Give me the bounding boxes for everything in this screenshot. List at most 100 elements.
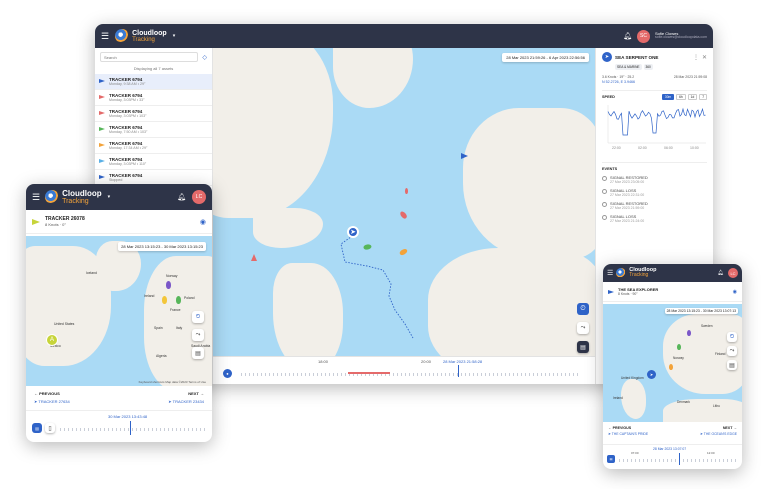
tracker-marker-cluster[interactable] (166, 281, 171, 289)
bell-icon[interactable]: 🔔︎ (623, 32, 632, 40)
tag-icon[interactable]: ◇ (202, 54, 207, 61)
desktop-map[interactable]: ➤ 28 Mar 2023 21:59:26 - 6 Apr 2023 22:5… (213, 48, 595, 364)
chevron-down-icon[interactable]: ▾ (108, 194, 111, 200)
tracker-status: Monday, 3:03PM • 103° (109, 114, 147, 118)
map-label: United Kingdom (621, 376, 644, 380)
previous-tracker[interactable]: ➤ THE CAPTAIN'S PRIDE (608, 432, 648, 436)
tracker-status: Stopped (109, 178, 123, 182)
user-email: sofie.clowes@cloudloopdata.com (655, 35, 707, 40)
tracker-status: Monday, 17:34 AM • 29° (109, 146, 148, 150)
history-button[interactable]: ⏲ (577, 303, 589, 315)
layers-button[interactable]: ▤ (727, 360, 737, 370)
selected-vessel-marker[interactable]: ➤ (647, 370, 656, 379)
tablet-map[interactable]: 28 Mar 2023 13:15:23 - 30 Mar 2023 13:15… (26, 236, 212, 386)
previous-button[interactable]: ← PREVIOUS (34, 391, 60, 396)
detail-title: SEA SERPENT ONE (615, 54, 659, 60)
previous-button[interactable]: ← PREVIOUS (608, 426, 631, 430)
more-icon[interactable]: ⋮ (693, 54, 699, 61)
tracker-list: TRACKER 6794 Monday, 9:38 AM • 29° TRACKER… (95, 74, 212, 186)
next-tracker[interactable]: ➤ THE OCEAN'S EDGE (700, 432, 737, 436)
layers-button[interactable]: ▤ (192, 347, 204, 359)
chart-x-tick: 22:00 (612, 146, 621, 150)
bell-icon[interactable]: 🔔︎ (177, 193, 186, 201)
event-item: SIGNAL RESTORED 27 Mar 2023 21:59:00 (602, 201, 707, 210)
layers-button[interactable]: ▤ (577, 341, 589, 353)
speed-range-option[interactable]: 7 (699, 94, 707, 100)
signal-icon (602, 176, 607, 181)
desktop-timeline[interactable]: 18:00 20:00 28 Mar 2023 21:58:28 ● (213, 356, 595, 384)
timeline-label-left: 07:00 (631, 451, 639, 455)
event-time: 27 Mar 2023 22:31:00 (610, 193, 645, 197)
route-button[interactable]: ⤳ (192, 329, 204, 341)
phone-header: ☰ Cloudloop Tracking 🔔︎ LC (603, 264, 742, 282)
timeline-cursor[interactable] (458, 365, 459, 377)
map-label: Spain (154, 326, 163, 330)
eye-icon[interactable]: ◉ (200, 218, 206, 226)
previous-tracker-name: TRACKER 27634 (38, 399, 70, 404)
timeline-cursor[interactable] (130, 421, 131, 435)
tracker-list-item[interactable]: TRACKER 6794 Monday, 3:03PM • 33° (95, 90, 212, 106)
next-button[interactable]: NEXT → (188, 391, 204, 396)
previous-tracker[interactable]: ➤ TRACKER 27634 (34, 399, 70, 404)
tracker-marker-yellow[interactable] (162, 296, 167, 304)
tracker-marker-redline[interactable] (251, 254, 257, 261)
tablet-timeline[interactable]: 30 Mar 2023 13:43:48 ▤ ▯ (26, 410, 212, 442)
route-button[interactable]: ⤳ (727, 346, 737, 356)
event-item: SIGNAL LOSS 27 Mar 2023 22:31:00 (602, 188, 707, 197)
tracker-marker-blue[interactable] (461, 153, 468, 159)
phone-map[interactable]: 28 Mar 2023 13:15:23 - 30 Mar 2023 13:07… (603, 304, 742, 422)
menu-icon[interactable]: ☰ (607, 269, 613, 277)
tracker-marker-green[interactable] (176, 296, 181, 304)
avatar[interactable]: LC (728, 268, 738, 278)
tracker-marker-small-red[interactable] (405, 188, 408, 194)
timeline-play-button[interactable]: ▤ (32, 423, 42, 433)
tracker-marker-orange[interactable] (669, 364, 673, 370)
phone-timeline[interactable]: 28 Mar 2023 13:07:07 07:00 12:00 ▤ (603, 444, 742, 469)
route-button[interactable]: ⤳ (577, 322, 589, 334)
avatar[interactable]: LC (192, 190, 206, 204)
tracker-list-item[interactable]: TRACKER 6794 Monday, 17:34 AM • 29° (95, 138, 212, 154)
timeline-cursor[interactable] (679, 453, 680, 465)
close-icon[interactable]: ✕ (702, 54, 707, 61)
history-button[interactable]: ⏲ (727, 332, 737, 342)
cloudloop-logo-icon (45, 190, 60, 204)
tracker-arrow-icon (32, 218, 40, 225)
chevron-down-icon[interactable]: ▾ (173, 33, 176, 39)
tracker-marker-purple[interactable] (687, 330, 691, 336)
tracker-list-item[interactable]: TRACKER 6794 Monday, 7:50 AM • 103° (95, 122, 212, 138)
speed-range-option[interactable]: 30m (661, 94, 675, 100)
tracker-marker-green[interactable] (677, 344, 681, 350)
brand-logo[interactable]: Cloudloop Tracking (616, 267, 656, 279)
map-label: Iceland (86, 271, 97, 275)
timeline-ticks (241, 373, 581, 376)
tag-360: 360 (643, 64, 653, 70)
tracker-list-item[interactable]: TRACKER 6794 Monday, 3:03PM • 110° (95, 154, 212, 170)
avatar[interactable]: SC (637, 29, 650, 43)
menu-icon[interactable]: ☰ (32, 192, 40, 203)
timeline-mode-button[interactable]: ▯ (45, 423, 55, 433)
tracker-marker-a[interactable]: A (46, 334, 58, 346)
timeline-play-button[interactable]: ▤ (607, 455, 615, 463)
selected-vessel-marker[interactable]: ➤ (347, 226, 359, 238)
bell-icon[interactable]: 🔔︎ (718, 270, 724, 276)
map-label: Norway (166, 274, 178, 278)
date-range-badge: 28 Mar 2023 13:15:23 - 30 Mar 2023 13:15… (118, 242, 206, 251)
speed-range-option[interactable]: 6h (676, 94, 686, 100)
tracker-list-item[interactable]: TRACKER 6794 Monday, 3:03PM • 103° (95, 106, 212, 122)
signal-icon (602, 202, 607, 207)
map-label: Lithu (713, 404, 720, 408)
tag-sea-marine: SEA & MARINE (615, 64, 642, 70)
eye-icon[interactable]: ◉ (733, 289, 737, 295)
brand-logo[interactable]: Cloudloop Tracking ▾ (45, 189, 111, 205)
map-label: Ireland (144, 294, 155, 298)
speed-range-option[interactable]: 1d (687, 94, 698, 100)
brand-logo[interactable]: Cloudloop Tracking ▾ (115, 29, 175, 43)
search-input[interactable] (100, 52, 199, 62)
history-button[interactable]: ⏲ (192, 311, 204, 323)
tracker-list-item[interactable]: TRACKER 6794 Monday, 9:38 AM • 29° (95, 74, 212, 90)
speed-label: SPEED (602, 95, 615, 99)
next-tracker[interactable]: ➤ TRACKER 23434 (168, 399, 204, 404)
timeline-play-button[interactable]: ● (223, 369, 232, 378)
menu-icon[interactable]: ☰ (101, 31, 109, 42)
next-button[interactable]: NEXT → (723, 426, 737, 430)
